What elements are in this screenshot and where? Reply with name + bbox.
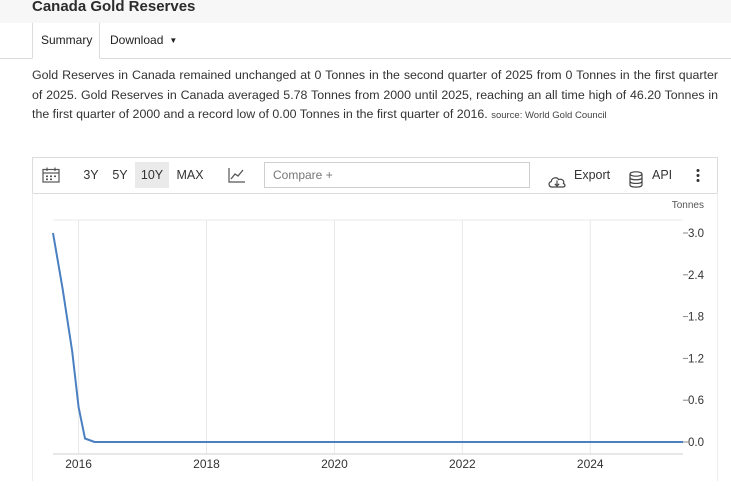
download-dropdown[interactable]: Download ▼ (102, 23, 185, 58)
export-button[interactable]: Export (547, 158, 613, 193)
y-tick-label: 1.8 (688, 312, 704, 324)
line-chart-icon[interactable] (228, 167, 246, 188)
api-button[interactable]: API (629, 158, 679, 193)
y-tick-label: 3.0 (688, 228, 704, 240)
source-link[interactable]: source: World Gold Council (491, 110, 606, 121)
x-tick-label: 2024 (577, 457, 604, 471)
download-label: Download (110, 33, 164, 47)
tab-summary[interactable]: Summary (32, 23, 100, 59)
x-tick-label: 2018 (193, 457, 220, 471)
range-10y-button[interactable]: 10Y (135, 162, 169, 188)
y-tick-label: 2.4 (688, 270, 705, 282)
page-title: Canada Gold Reserves (32, 0, 196, 15)
range-3y-button[interactable]: 3Y (79, 158, 103, 193)
x-tick-label: 2020 (321, 457, 348, 471)
export-label: Export (574, 168, 611, 182)
range-5y-button[interactable]: 5Y (108, 158, 132, 193)
unit-label: Tonnes (672, 200, 704, 211)
more-vertical-icon[interactable] (695, 168, 701, 188)
x-tick-label: 2016 (65, 457, 92, 471)
api-label: API (652, 168, 673, 182)
summary-text: Gold Reserves in Canada remained unchang… (32, 68, 718, 121)
compare-input[interactable]: Compare + (264, 162, 530, 188)
summary-paragraph: Gold Reserves in Canada remained unchang… (32, 66, 718, 126)
tabs-bar: Summary Download ▼ (0, 23, 731, 59)
calendar-icon[interactable] (42, 167, 60, 188)
y-tick-label: 0.6 (688, 395, 704, 407)
x-tick-label: 2022 (449, 457, 476, 471)
chart-toolbar: 3Y 5Y 10Y MAX Compare + Export API (32, 157, 718, 194)
title-bar: Canada Gold Reserves (0, 0, 731, 24)
y-tick-label: 0.0 (688, 437, 704, 449)
chart-svg: 2016 2018 2020 2022 2024 3.0 2.4 1.8 1.2 0.6 0.0 To… (52, 200, 705, 471)
range-max-button[interactable]: MAX (173, 158, 207, 193)
caret-down-icon: ▼ (169, 36, 178, 46)
chart-area: 2016 2018 2020 2022 2024 3.0 2.4 1.8 1.2 0.6 0.0 To… (32, 193, 718, 481)
y-tick-label: 1.2 (688, 353, 704, 365)
series-line (52, 232, 683, 443)
